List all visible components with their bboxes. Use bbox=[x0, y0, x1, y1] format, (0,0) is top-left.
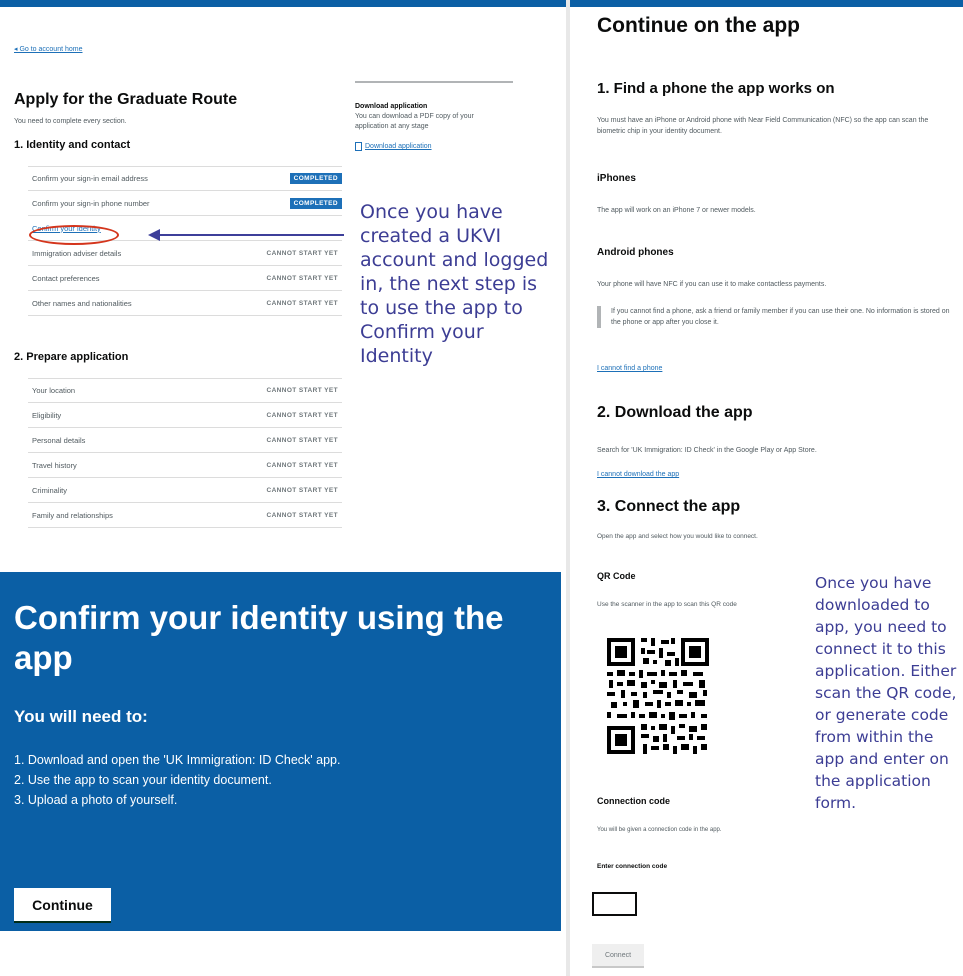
qr-code[interactable] bbox=[577, 628, 719, 763]
status-badge: CANNOT START YET bbox=[266, 411, 338, 419]
status-badge: CANNOT START YET bbox=[266, 436, 338, 444]
confirm-title: Confirm your identity using the app bbox=[14, 599, 504, 676]
qr-title: QR Code bbox=[597, 571, 636, 581]
android-text: Your phone will have NFC if you can use … bbox=[597, 281, 827, 288]
step1-text: You must have an iPhone or Android phone… bbox=[597, 117, 929, 135]
connection-code-title: Connection code bbox=[597, 796, 671, 806]
confirm-steps-list: 1. Download and open the 'UK Immigration… bbox=[14, 750, 340, 810]
document-icon bbox=[355, 142, 362, 151]
cannot-find-phone-link[interactable]: I cannot find a phone bbox=[597, 365, 662, 372]
step2-text: Search for 'UK Immigration: ID Check' in… bbox=[597, 447, 817, 454]
intro-text: You need to complete every section. bbox=[14, 118, 127, 125]
list-item: 1. Download and open the 'UK Immigration… bbox=[14, 753, 341, 767]
status-badge bbox=[334, 226, 342, 230]
iphones-text: The app will work on an iPhone 7 or newe… bbox=[597, 207, 756, 214]
section-prepare-title: 2. Prepare application bbox=[14, 351, 129, 363]
continue-on-app-screenshot: Continue on the app 1. Find a phone the … bbox=[570, 0, 963, 976]
step3-text: Open the app and select how you would li… bbox=[597, 533, 758, 540]
task-name: Personal details bbox=[32, 435, 86, 445]
task-name: Your location bbox=[32, 386, 76, 395]
status-badge: CANNOT START YET bbox=[266, 274, 338, 282]
step2-title: 2. Download the app bbox=[597, 404, 753, 421]
cannot-download-link[interactable]: I cannot download the app bbox=[597, 471, 679, 478]
continue-button[interactable]: Continue bbox=[14, 888, 111, 921]
annotation-arrow bbox=[154, 234, 344, 236]
status-badge: CANNOT START YET bbox=[266, 461, 338, 469]
annotation-text-1: Once you have created a UKVI account and… bbox=[360, 201, 549, 367]
status-badge: CANNOT START YET bbox=[266, 511, 338, 519]
task-name: Eligibility bbox=[32, 410, 62, 420]
task-row[interactable]: Travel history CANNOT START YET bbox=[28, 453, 342, 478]
list-item: 3. Upload a photo of yourself. bbox=[14, 793, 178, 807]
page-title: Apply for the Graduate Route bbox=[14, 91, 238, 108]
inset-text: If you cannot find a phone, ask a friend… bbox=[597, 306, 952, 328]
task-row[interactable]: Contact preferences CANNOT START YET bbox=[28, 266, 342, 291]
qr-text: Use the scanner in the app to scan this … bbox=[597, 601, 737, 608]
download-application-link[interactable]: Download application bbox=[355, 142, 513, 151]
confirm-identity-panel: Confirm your identity using the app You … bbox=[0, 572, 561, 931]
task-name: Other names and nationalities bbox=[32, 298, 132, 308]
connection-code-text: You will be given a connection code in t… bbox=[597, 827, 722, 833]
task-name: Confirm your sign-in email address bbox=[32, 174, 148, 183]
task-name: Family and relationships bbox=[32, 510, 113, 520]
section-identity-title: 1. Identity and contact bbox=[14, 139, 131, 151]
task-name: Contact preferences bbox=[32, 273, 100, 283]
task-name: Immigration adviser details bbox=[32, 248, 122, 258]
confirm-subtitle: You will need to: bbox=[14, 707, 148, 726]
task-row[interactable]: Family and relationships CANNOT START YE… bbox=[28, 503, 342, 528]
download-application-box: Download application You can download a … bbox=[355, 81, 513, 151]
enter-code-label: Enter connection code bbox=[597, 863, 668, 870]
task-row[interactable]: Confirm your sign-in phone number COMPLE… bbox=[28, 191, 342, 216]
android-title: Android phones bbox=[597, 247, 674, 258]
list-item: 2. Use the app to scan your identity doc… bbox=[14, 773, 272, 787]
status-badge: CANNOT START YET bbox=[266, 387, 338, 394]
qr-code-image bbox=[577, 628, 719, 763]
task-row[interactable]: Eligibility CANNOT START YET bbox=[28, 403, 342, 428]
task-name: Confirm your sign-in phone number bbox=[32, 198, 150, 208]
task-row[interactable]: Your location CANNOT START YET bbox=[28, 378, 342, 403]
connection-code-input[interactable] bbox=[592, 892, 637, 916]
task-name: Criminality bbox=[32, 485, 68, 495]
annotation-text-2: Once you have downloaded to app, you nee… bbox=[815, 574, 957, 812]
download-title: Download application bbox=[355, 103, 428, 110]
arrow-left-icon bbox=[148, 229, 160, 241]
prepare-task-list: Your location CANNOT START YET Eligibili… bbox=[28, 378, 342, 528]
step3-title: 3. Connect the app bbox=[597, 498, 741, 515]
task-row[interactable]: Criminality CANNOT START YET bbox=[28, 478, 342, 503]
task-row[interactable]: Other names and nationalities CANNOT STA… bbox=[28, 291, 342, 316]
download-link-label: Download application bbox=[365, 143, 432, 150]
status-badge: CANNOT START YET bbox=[266, 486, 338, 494]
status-badge: CANNOT START YET bbox=[266, 299, 338, 307]
task-row[interactable]: Confirm your sign-in email address COMPL… bbox=[28, 166, 342, 191]
download-text: You can download a PDF copy of your appl… bbox=[355, 113, 474, 130]
highlight-circle bbox=[29, 225, 119, 245]
continue-title: Continue on the app bbox=[597, 14, 800, 37]
back-to-account-link[interactable]: ◂ Go to account home bbox=[14, 45, 83, 53]
task-row[interactable]: Personal details CANNOT START YET bbox=[28, 428, 342, 453]
iphones-title: iPhones bbox=[597, 173, 636, 184]
step1-title: 1. Find a phone the app works on bbox=[597, 80, 835, 97]
connect-button[interactable]: Connect bbox=[592, 944, 644, 966]
status-badge: COMPLETED bbox=[289, 173, 342, 184]
status-badge: CANNOT START YET bbox=[266, 249, 338, 257]
task-name: Travel history bbox=[32, 460, 77, 470]
status-badge: COMPLETED bbox=[289, 197, 342, 209]
